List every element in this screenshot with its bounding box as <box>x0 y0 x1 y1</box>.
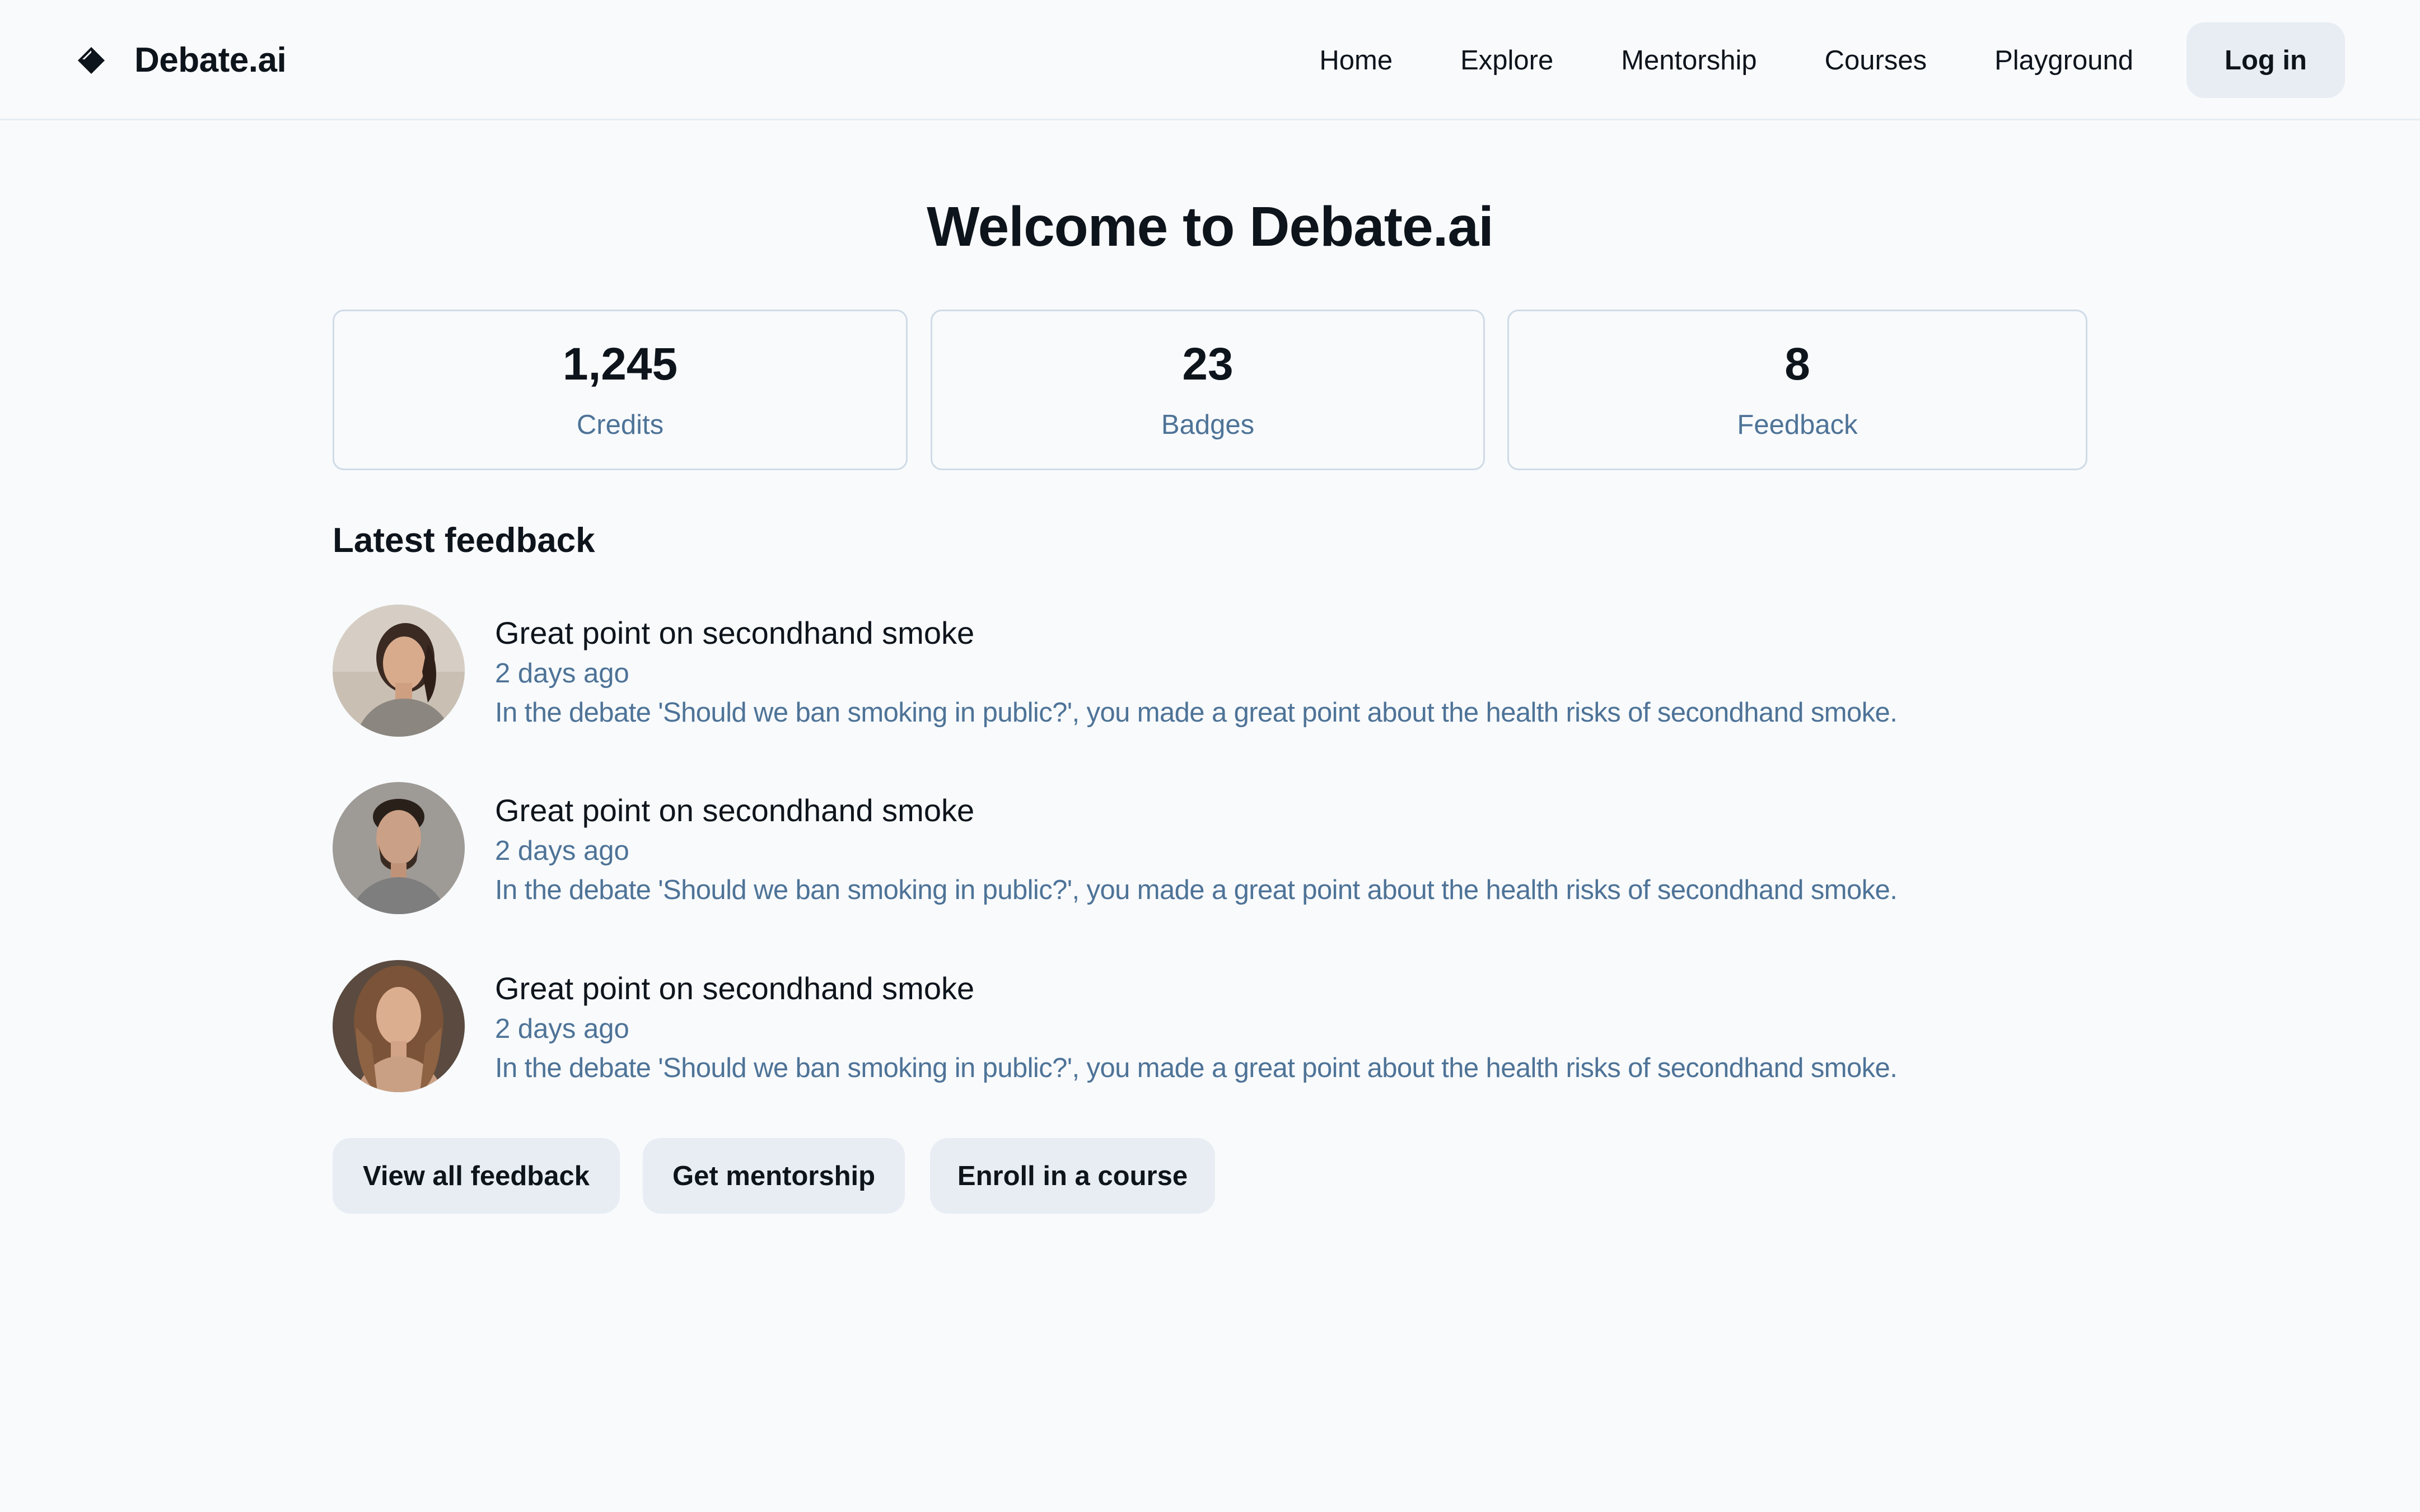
feedback-title: Great point on secondhand smoke <box>495 615 975 650</box>
top-header: Debate.ai Home Explore Mentorship Course… <box>0 0 2420 120</box>
feedback-text: In the debate 'Should we ban smoking in … <box>495 1053 1898 1083</box>
avatar <box>333 960 465 1092</box>
login-button[interactable]: Log in <box>2187 22 2345 98</box>
feedback-item[interactable]: Great point on secondhand smoke 2 days a… <box>333 960 2124 1094</box>
nav-explore[interactable]: Explore <box>1460 45 1553 76</box>
feedback-time: 2 days ago <box>495 836 629 866</box>
stat-value: 8 <box>1784 339 1810 390</box>
get-mentorship-button[interactable]: Get mentorship <box>643 1138 905 1214</box>
stat-value: 23 <box>1182 339 1234 390</box>
stat-label: Badges <box>1161 410 1255 440</box>
avatar <box>333 782 465 914</box>
main-nav: Home Explore Mentorship Courses Playgrou… <box>1319 34 2133 87</box>
view-all-feedback-button[interactable]: View all feedback <box>333 1138 620 1214</box>
feedback-text: In the debate 'Should we ban smoking in … <box>495 698 1898 728</box>
stat-value: 1,245 <box>562 339 678 390</box>
section-title-latest-feedback: Latest feedback <box>333 521 595 560</box>
feedback-text: In the debate 'Should we ban smoking in … <box>495 875 1898 905</box>
nav-home[interactable]: Home <box>1319 45 1393 76</box>
stat-label: Credits <box>576 410 664 440</box>
feedback-item[interactable]: Great point on secondhand smoke 2 days a… <box>333 605 2124 739</box>
nav-mentorship[interactable]: Mentorship <box>1621 45 1756 76</box>
feedback-title: Great point on secondhand smoke <box>495 793 975 828</box>
feedback-time: 2 days ago <box>495 658 629 689</box>
brand-name: Debate.ai <box>134 41 287 79</box>
diamond-logo-icon <box>76 45 106 76</box>
nav-courses[interactable]: Courses <box>1825 45 1927 76</box>
page-title: Welcome to Debate.ai <box>927 195 1494 258</box>
stat-card-badges: 23 Badges <box>931 310 1485 470</box>
stat-card-credits: 1,245 Credits <box>333 310 908 470</box>
stat-card-feedback: 8 Feedback <box>1507 310 2087 470</box>
stat-label: Feedback <box>1737 410 1858 440</box>
feedback-title: Great point on secondhand smoke <box>495 971 975 1006</box>
brand[interactable]: Debate.ai <box>76 34 287 87</box>
feedback-time: 2 days ago <box>495 1014 629 1044</box>
feedback-item[interactable]: Great point on secondhand smoke 2 days a… <box>333 782 2124 916</box>
nav-playground[interactable]: Playground <box>1994 45 2133 76</box>
avatar <box>333 605 465 737</box>
enroll-course-button[interactable]: Enroll in a course <box>930 1138 1215 1214</box>
